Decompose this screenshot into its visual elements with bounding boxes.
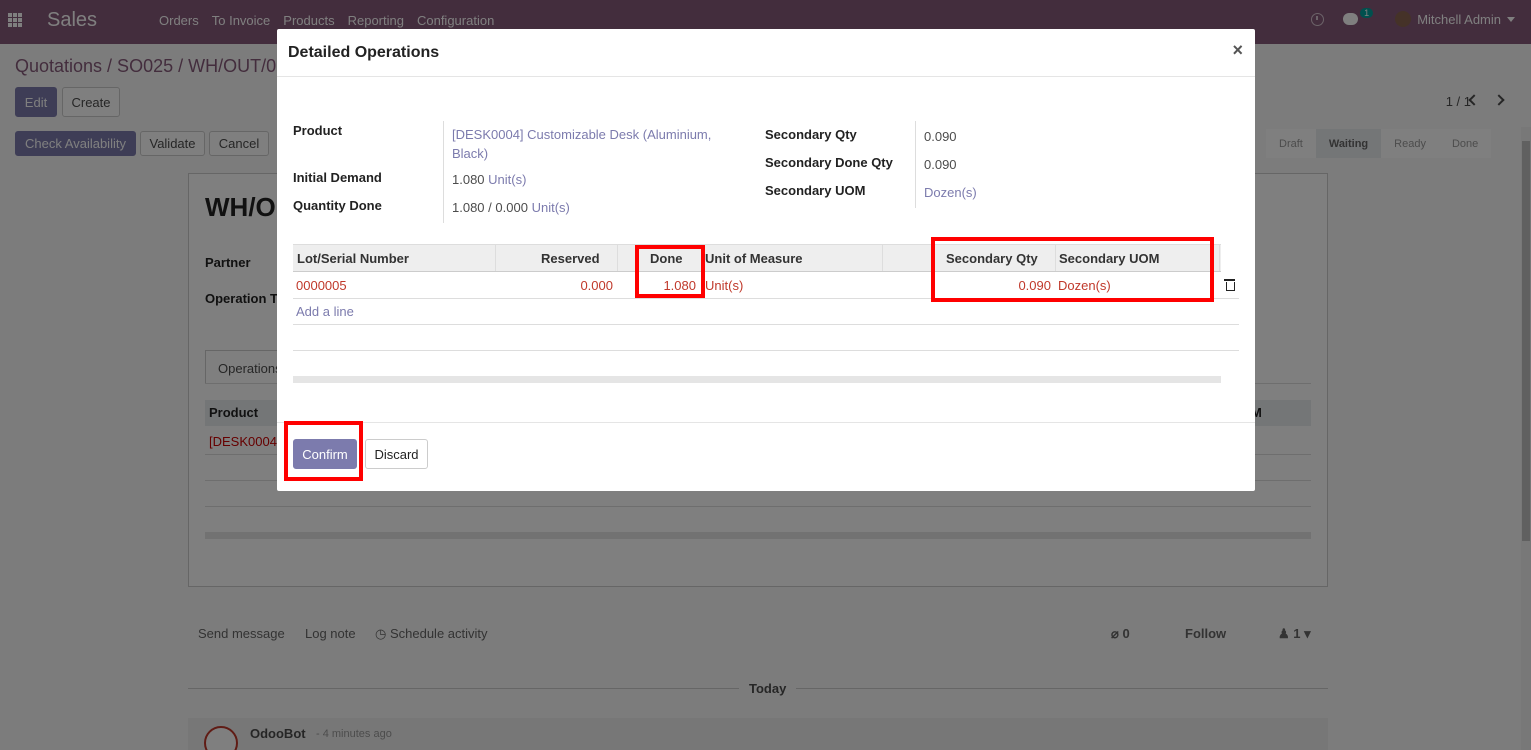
- row-divider: [293, 350, 1239, 351]
- secondary-uom-value[interactable]: Dozen(s): [924, 185, 977, 200]
- row-divider: [293, 324, 1239, 325]
- product-label: Product: [293, 123, 343, 138]
- secondary-columns-highlight: [931, 237, 1214, 302]
- lot-serial-column-header[interactable]: Lot/Serial Number: [297, 251, 409, 266]
- quantity-done-reserved: 0.000: [495, 200, 528, 215]
- secondary-done-qty-label: Secondary Done Qty: [765, 155, 893, 170]
- field-separator: [443, 121, 444, 223]
- row-uom[interactable]: Unit(s): [705, 278, 743, 293]
- quantity-done-label: Quantity Done: [293, 198, 382, 213]
- dialog-footer: Confirm Discard: [277, 422, 1255, 491]
- product-value[interactable]: [DESK0004] Customizable Desk (Aluminium,…: [452, 125, 742, 163]
- done-column-highlight: [635, 245, 705, 298]
- quantity-done-row: 1.080 / 0.000 Unit(s): [452, 200, 570, 215]
- confirm-button-highlight: [284, 421, 363, 481]
- dialog-header: Detailed Operations ×: [277, 29, 1255, 77]
- secondary-done-qty-value: 0.090: [924, 157, 957, 172]
- field-separator: [915, 121, 916, 208]
- add-line-link[interactable]: Add a line: [296, 304, 354, 319]
- column-separator: [495, 245, 496, 271]
- reserved-column-header[interactable]: Reserved: [541, 251, 600, 266]
- column-separator: [1219, 245, 1220, 271]
- secondary-qty-label: Secondary Qty: [765, 127, 857, 142]
- quantity-done-uom[interactable]: Unit(s): [532, 200, 570, 215]
- quantity-done-separator: /: [488, 200, 492, 215]
- initial-demand-uom[interactable]: Unit(s): [488, 172, 526, 187]
- initial-demand-qty: 1.080: [452, 172, 485, 187]
- initial-demand-label: Initial Demand: [293, 170, 382, 185]
- secondary-uom-label: Secondary UOM: [765, 183, 866, 198]
- secondary-qty-value: 0.090: [924, 129, 957, 144]
- close-icon[interactable]: ×: [1232, 40, 1243, 61]
- initial-demand-row: 1.080 Unit(s): [452, 172, 526, 187]
- quantity-done-qty: 1.080: [452, 200, 485, 215]
- dialog-title: Detailed Operations: [288, 44, 440, 61]
- column-separator: [882, 245, 883, 271]
- column-separator: [617, 245, 618, 271]
- table-horizontal-scrollbar[interactable]: [293, 376, 1221, 383]
- uom-column-header[interactable]: Unit of Measure: [705, 251, 803, 266]
- row-reserved: 0.000: [580, 278, 613, 293]
- delete-row-trash-icon[interactable]: [1224, 279, 1235, 291]
- row-lot[interactable]: 0000005: [296, 278, 347, 293]
- discard-button[interactable]: Discard: [365, 439, 428, 469]
